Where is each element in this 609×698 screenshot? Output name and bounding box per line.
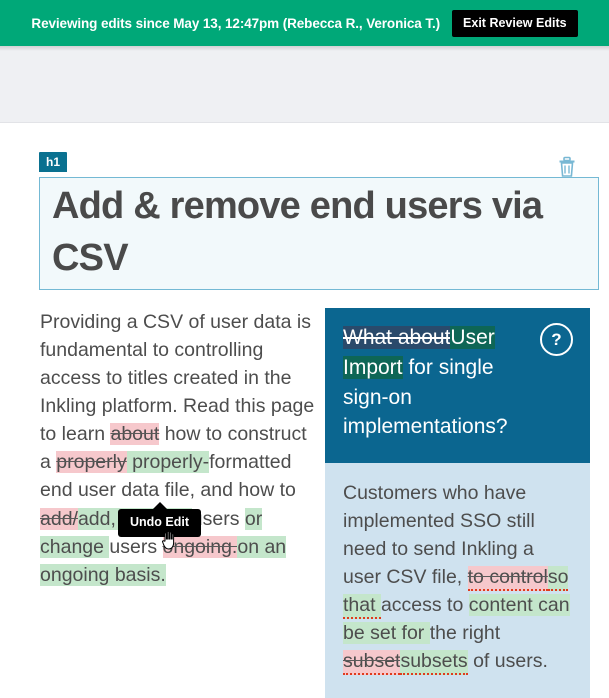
- deleted-text[interactable]: ongoing.: [162, 535, 238, 558]
- inserted-text[interactable]: subsets: [400, 650, 468, 676]
- editor-toolbar-strip: [0, 46, 609, 123]
- deleted-text[interactable]: What about: [343, 326, 451, 349]
- side-panel: What aboutUser Import for single sign-on…: [325, 308, 590, 698]
- document-canvas: h1 Add & remove end users via CSV Provid…: [0, 123, 609, 698]
- exit-review-edits-button[interactable]: Exit Review Edits: [452, 9, 578, 37]
- text-run: of users.: [467, 650, 548, 673]
- block-type-tag-h1: h1: [39, 152, 68, 172]
- deleted-text[interactable]: properly: [56, 451, 127, 474]
- text-run: access to: [380, 594, 469, 617]
- heading-edit-box[interactable]: Add & remove end users via CSV: [39, 177, 599, 290]
- deleted-text[interactable]: add/: [40, 507, 78, 530]
- side-panel-header: What aboutUser Import for single sign-on…: [325, 308, 590, 463]
- deleted-text[interactable]: to control: [467, 566, 548, 592]
- left-paragraph[interactable]: Providing a CSV of user data is fundamen…: [40, 308, 315, 589]
- review-edits-banner: Reviewing edits since May 13, 12:47pm (R…: [0, 0, 609, 46]
- deleted-text[interactable]: about: [110, 423, 160, 446]
- inserted-text[interactable]: properly-: [126, 451, 210, 474]
- text-run: the right: [429, 622, 501, 645]
- undo-edit-tooltip[interactable]: Undo Edit: [118, 509, 202, 537]
- page-title: Add & remove end users via CSV: [52, 185, 543, 280]
- side-panel-body[interactable]: Customers who have implemented SSO still…: [325, 463, 590, 698]
- side-panel-heading[interactable]: What aboutUser Import for single sign-on…: [343, 323, 523, 442]
- review-banner-message: Reviewing edits since May 13, 12:47pm (R…: [31, 15, 441, 31]
- help-question-icon[interactable]: ?: [540, 323, 573, 356]
- delete-block-trash-icon[interactable]: [557, 156, 577, 178]
- deleted-text[interactable]: subset: [343, 650, 401, 676]
- text-run: users: [109, 535, 163, 558]
- toolbar-drop-shadow: [0, 46, 609, 51]
